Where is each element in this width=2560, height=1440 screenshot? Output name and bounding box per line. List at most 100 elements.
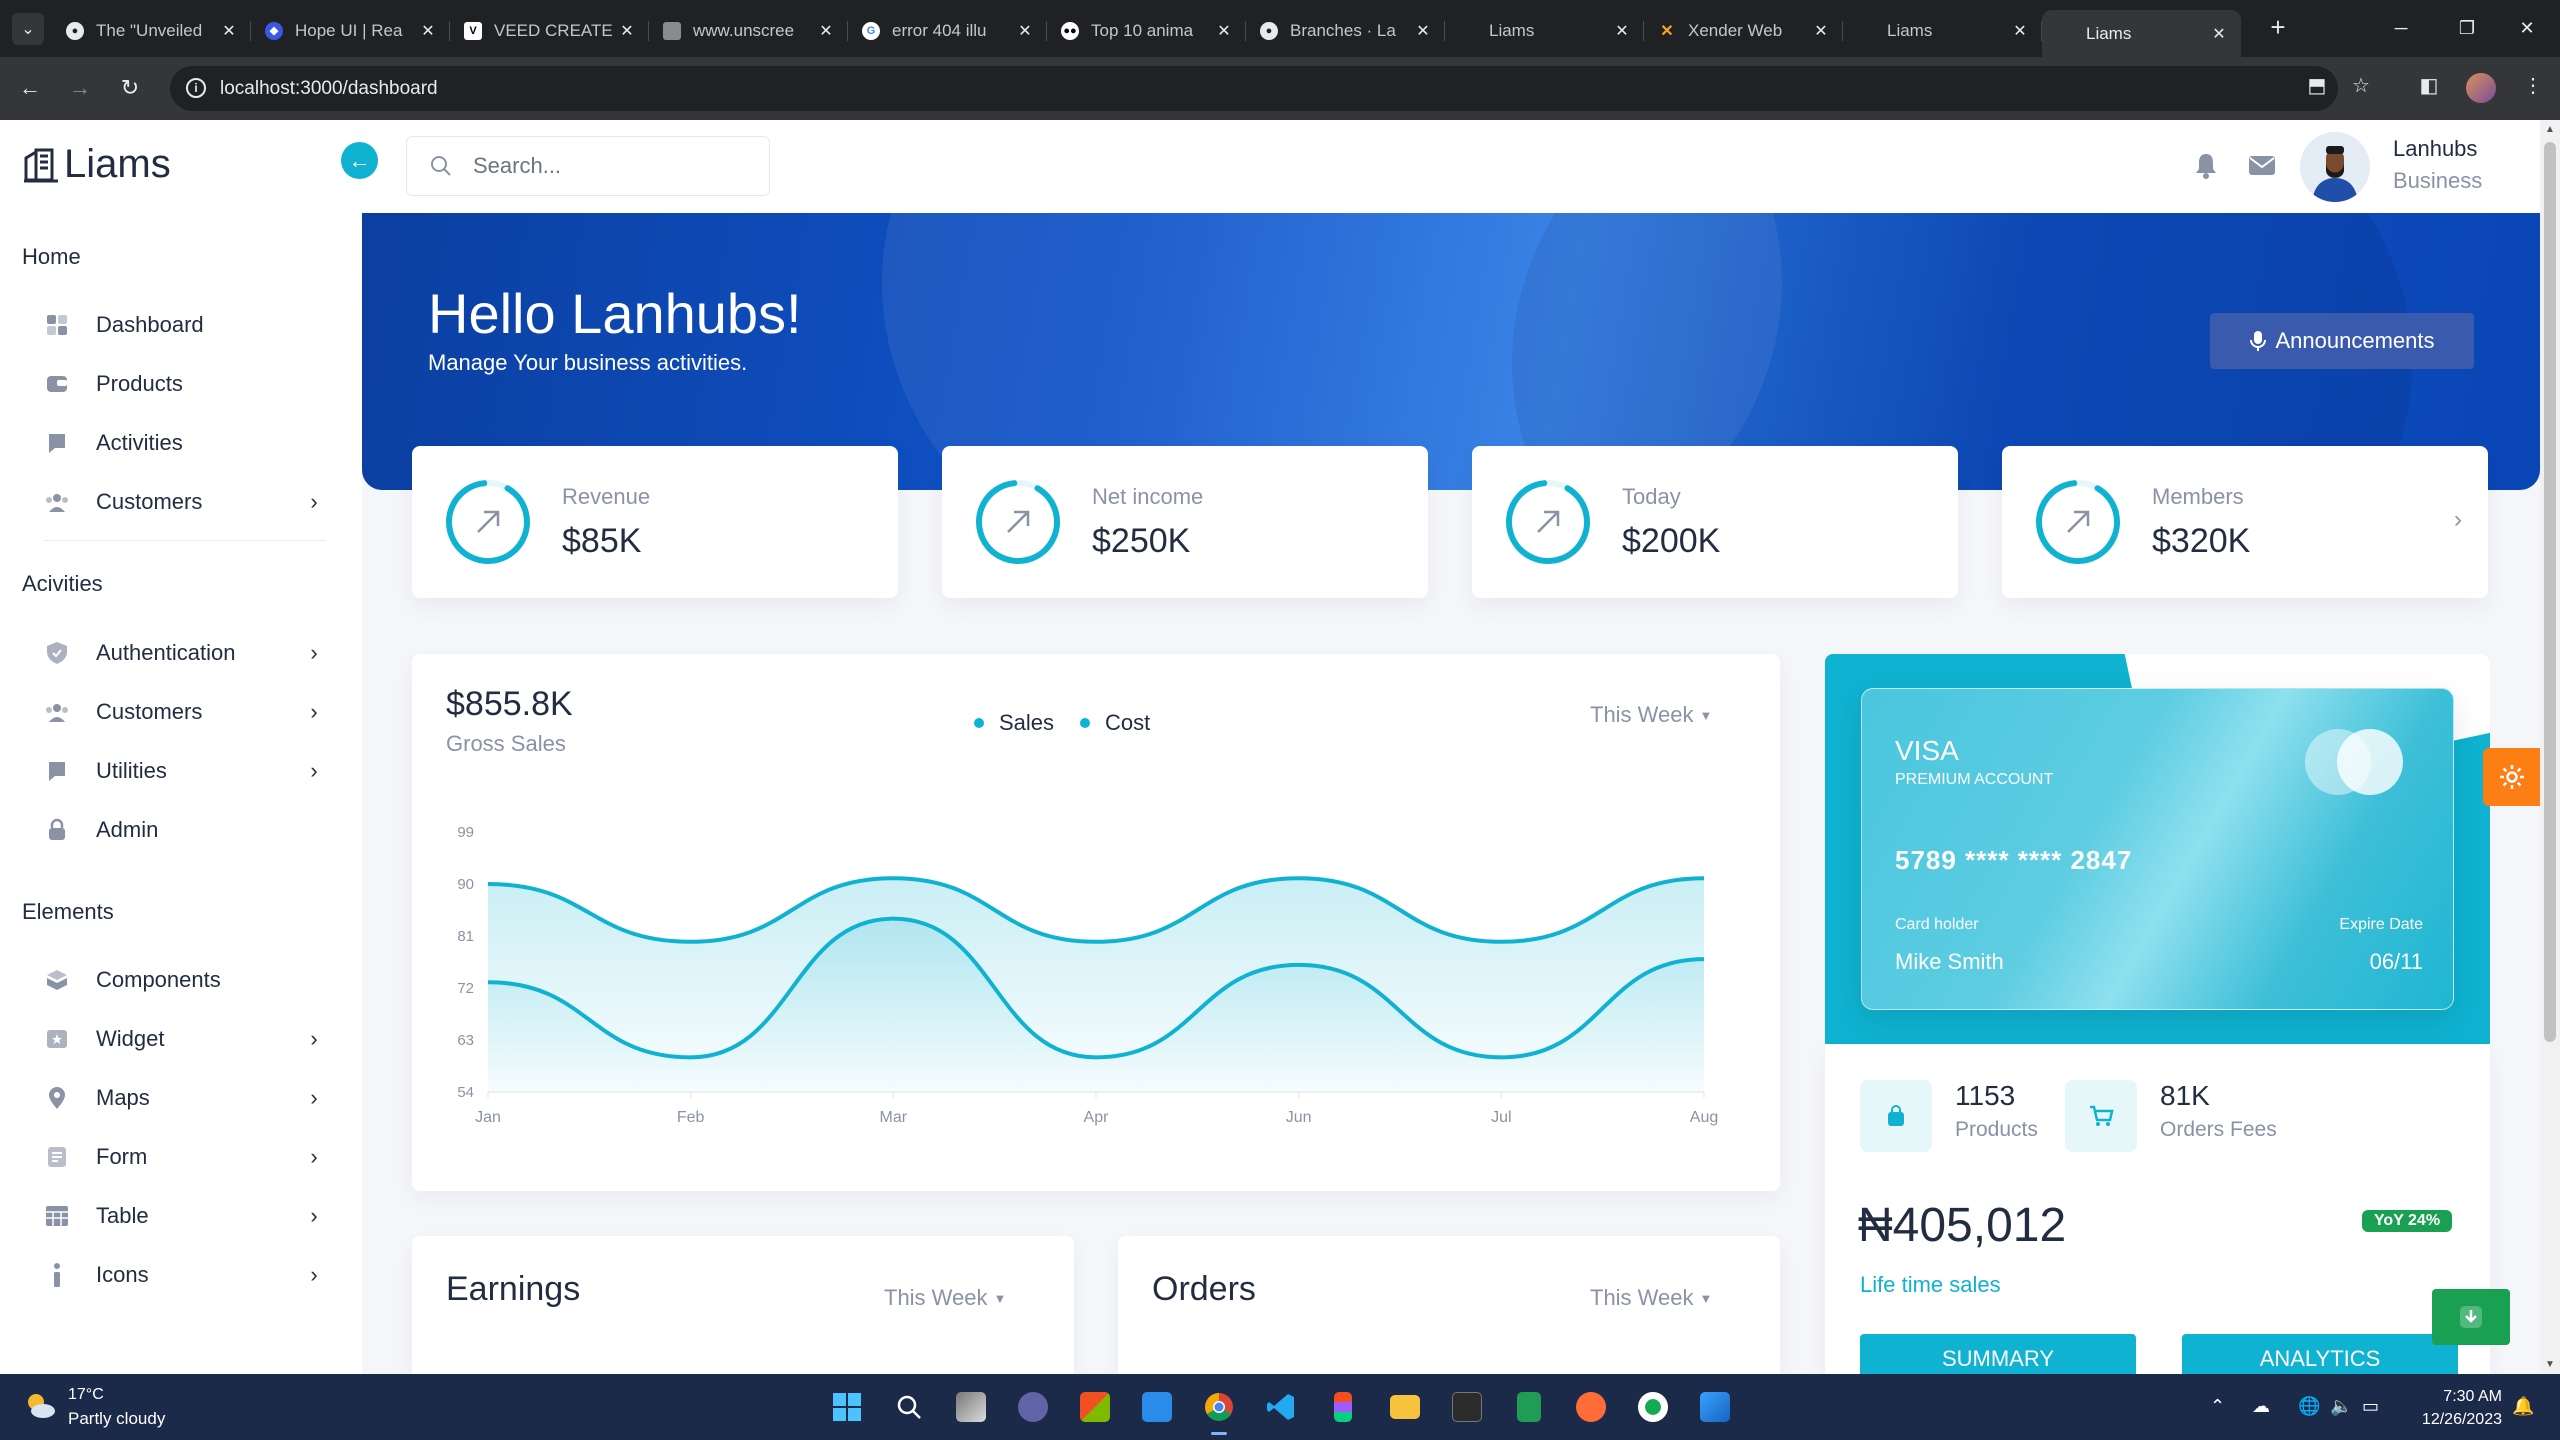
settings-button[interactable] <box>2483 748 2540 806</box>
bookmark-star-icon[interactable]: ☆ <box>2346 73 2376 98</box>
close-icon[interactable]: ✕ <box>816 21 836 41</box>
gross-sales-filter-dropdown[interactable]: This Week ▼ <box>1590 702 1712 728</box>
browser-tab[interactable]: ●● Top 10 anima ✕ <box>1047 10 1246 51</box>
stat-card-today[interactable]: Today $200K <box>1472 446 1958 598</box>
taskbar-app-meet[interactable] <box>1013 1387 1053 1427</box>
download-button[interactable] <box>2432 1289 2510 1345</box>
maximize-button[interactable]: ❐ <box>2434 0 2500 57</box>
taskbar-search-button[interactable] <box>889 1387 929 1427</box>
sidebar-toggle-button[interactable]: ← <box>341 142 378 179</box>
reload-button[interactable]: ↻ <box>114 72 146 104</box>
close-icon[interactable]: ✕ <box>1413 21 1433 41</box>
task-view-button[interactable] <box>951 1387 991 1427</box>
sidebar-item-widget[interactable]: Widget › <box>44 1017 324 1061</box>
search-input[interactable] <box>473 153 753 179</box>
partly-cloudy-icon[interactable] <box>22 1390 58 1420</box>
close-icon[interactable]: ✕ <box>2010 21 2030 41</box>
browser-tab[interactable]: ◆ Hope UI | Rea ✕ <box>251 10 450 51</box>
sidebar-item-dashboard[interactable]: Dashboard <box>44 303 324 347</box>
sidebar-item-admin[interactable]: Admin <box>44 808 324 852</box>
close-icon[interactable]: ✕ <box>1612 21 1632 41</box>
scroll-up-arrow-icon[interactable]: ▲ <box>2540 124 2560 135</box>
site-info-icon[interactable]: i <box>186 78 206 98</box>
browser-tab[interactable]: ● The "Unveiled ✕ <box>52 10 251 51</box>
taskbar-app-chrome[interactable] <box>1199 1387 1239 1435</box>
browser-tab-active[interactable]: Liams ✕ <box>2042 10 2241 57</box>
sidebar-item-components[interactable]: Components <box>44 958 324 1002</box>
battery-icon[interactable]: ▭ <box>2362 1396 2379 1417</box>
taskbar-app-postman[interactable] <box>1571 1387 1611 1427</box>
browser-tab[interactable]: Gerror 404 illu ✕ <box>848 10 1047 51</box>
sidebar-item-utilities[interactable]: Utilities › <box>44 749 324 793</box>
sidebar-item-customers[interactable]: Customers › <box>44 480 324 524</box>
browser-tab[interactable]: ● Branches · La ✕ <box>1246 10 1445 51</box>
browser-tab[interactable]: www.unscree ✕ <box>649 10 848 51</box>
address-bar[interactable]: i localhost:3000/dashboard <box>170 66 2338 111</box>
taskbar-app-todo[interactable] <box>1137 1387 1177 1427</box>
close-window-button[interactable]: ✕ <box>2494 0 2560 57</box>
browser-tab[interactable]: ✕ Xender Web ✕ <box>1644 10 1843 51</box>
browser-tab[interactable]: Liams ✕ <box>1843 10 2042 51</box>
chevron-up-icon[interactable]: ⌃ <box>2210 1396 2225 1417</box>
taskbar-app-paint[interactable] <box>1695 1387 1735 1427</box>
chevron-right-icon[interactable]: › <box>2454 506 2462 534</box>
sidebar-item-maps[interactable]: Maps › <box>44 1076 324 1120</box>
stat-card-revenue[interactable]: Revenue $85K <box>412 446 898 598</box>
mail-icon[interactable] <box>2247 150 2277 180</box>
earnings-filter-dropdown[interactable]: This Week ▼ <box>884 1285 1006 1311</box>
taskbar-app-mongodb[interactable] <box>1633 1387 1673 1427</box>
announcements-button[interactable]: Announcements <box>2210 313 2474 369</box>
close-icon[interactable]: ✕ <box>219 21 239 41</box>
orders-filter-dropdown[interactable]: This Week ▼ <box>1590 1285 1712 1311</box>
install-app-icon[interactable]: ⬒ <box>2302 73 2332 98</box>
cloud-offline-icon[interactable]: ☁ <box>2252 1396 2270 1417</box>
globe-icon[interactable]: 🌐 <box>2298 1396 2320 1417</box>
close-icon[interactable]: ✕ <box>418 21 438 41</box>
browser-tab[interactable]: Liams ✕ <box>1445 10 1644 51</box>
browser-tab[interactable]: V VEED CREATE ✕ <box>450 10 649 51</box>
close-icon[interactable]: ✕ <box>1214 21 1234 41</box>
close-icon[interactable]: ✕ <box>1015 21 1035 41</box>
back-button[interactable]: ← <box>14 72 46 104</box>
sidebar-item-customers[interactable]: Customers › <box>44 690 324 734</box>
close-icon[interactable]: ✕ <box>1811 21 1831 41</box>
bell-icon[interactable] <box>2191 150 2221 180</box>
analytics-button[interactable]: ANALYTICS <box>2182 1334 2458 1374</box>
new-tab-button[interactable]: + <box>2262 12 2294 44</box>
credit-card[interactable]: VISA PREMIUM ACCOUNT 5789 **** **** 2847… <box>1861 688 2454 1010</box>
avatar[interactable] <box>2300 132 2370 202</box>
sidebar-item-icons[interactable]: Icons › <box>44 1253 324 1297</box>
taskbar-app-figma[interactable] <box>1323 1387 1363 1427</box>
start-button[interactable] <box>827 1387 867 1427</box>
forward-button[interactable]: → <box>64 72 96 104</box>
sidebar-item-form[interactable]: Form › <box>44 1135 324 1179</box>
sidebar-item-products[interactable]: Products <box>44 362 324 406</box>
minimize-button[interactable]: ─ <box>2368 0 2434 57</box>
close-icon[interactable]: ✕ <box>617 21 637 41</box>
app-logo[interactable]: Liams <box>22 142 171 187</box>
close-icon[interactable]: ✕ <box>2209 24 2229 44</box>
browser-profile-avatar[interactable] <box>2466 73 2496 103</box>
page-scrollbar[interactable]: ▲ ▼ <box>2540 120 2560 1374</box>
taskbar-app-store[interactable] <box>1075 1387 1115 1427</box>
notification-bell-icon[interactable]: 🔔 <box>2512 1396 2534 1417</box>
scroll-down-arrow-icon[interactable]: ▼ <box>2540 1359 2560 1370</box>
taskbar-app-terminal[interactable] <box>1447 1387 1487 1427</box>
sidebar-item-authentication[interactable]: Authentication › <box>44 631 324 675</box>
system-clock[interactable]: 7:30 AM 12/26/2023 <box>2410 1385 2502 1431</box>
summary-button[interactable]: SUMMARY <box>1860 1334 2136 1374</box>
sidebar-item-activities[interactable]: Activities <box>44 421 324 465</box>
taskbar-app-sheets[interactable] <box>1509 1387 1549 1427</box>
tab-search-button[interactable]: ⌄ <box>12 13 44 45</box>
chevron-right-icon: › <box>310 1262 318 1287</box>
scrollbar-thumb[interactable] <box>2544 142 2556 1042</box>
stat-card-members[interactable]: Members $320K › <box>2002 446 2488 598</box>
sidebar-item-table[interactable]: Table › <box>44 1194 324 1238</box>
side-panel-icon[interactable]: ◧ <box>2414 73 2444 98</box>
volume-icon[interactable]: 🔈 <box>2330 1396 2352 1417</box>
stat-card-net-income[interactable]: Net income $250K <box>942 446 1428 598</box>
taskbar-app-explorer[interactable] <box>1385 1387 1425 1427</box>
menu-dots-icon[interactable]: ⋮ <box>2518 73 2548 98</box>
search-box[interactable] <box>406 136 770 196</box>
taskbar-app-vscode[interactable] <box>1261 1387 1301 1427</box>
